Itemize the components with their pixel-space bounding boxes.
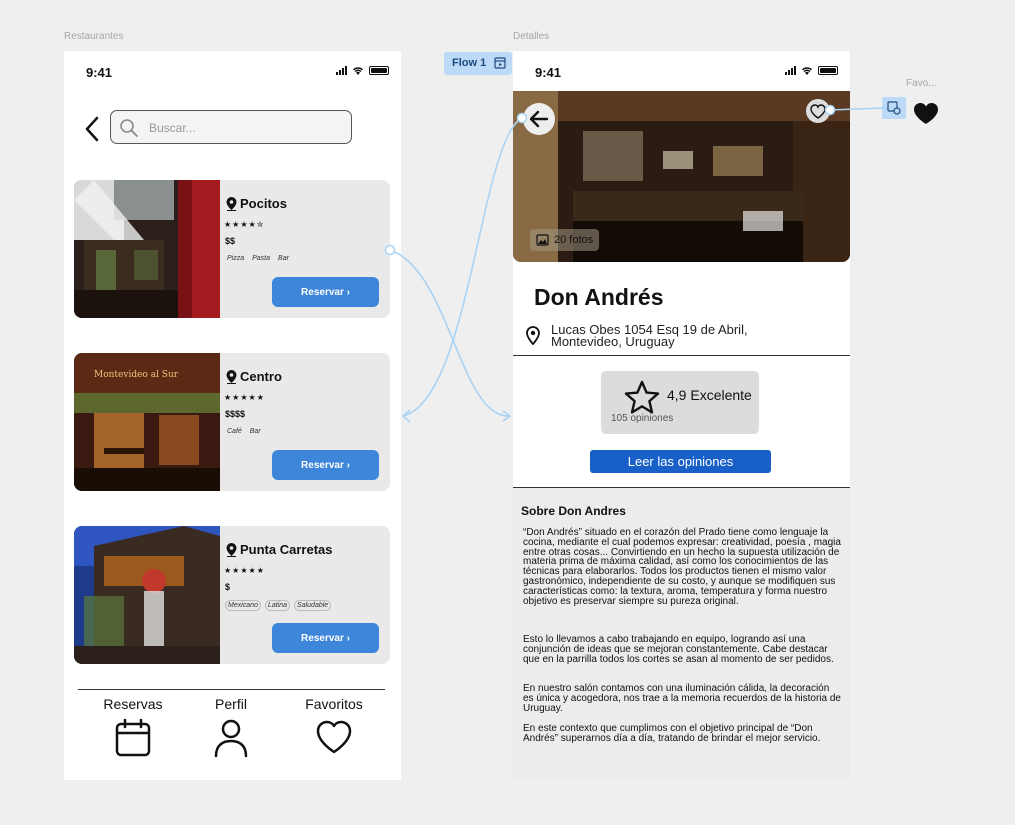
reservar-button[interactable]: Reservar › [272, 450, 379, 480]
star-rating: ★★★★★ [224, 566, 265, 575]
tab-bar: Reservas Perfil Favoritos [78, 689, 385, 780]
tag: Pizza [227, 255, 245, 262]
tag: Latina [264, 600, 291, 611]
tag-list: Mexicano Latina Saludable [225, 600, 332, 611]
tag: Bar [278, 255, 289, 262]
status-bar: 9:41 [513, 51, 850, 91]
about-paragraph: Esto lo llevamos a cabo trabajando en eq… [523, 634, 834, 665]
restaurant-address: Lucas Obes 1054 Esq 19 de Abril, Montevi… [551, 322, 748, 349]
back-button[interactable] [523, 103, 555, 135]
tab-label: Reservas [103, 696, 163, 712]
user-icon [214, 719, 248, 758]
search-icon [120, 119, 138, 137]
restaurant-card-pocitos[interactable]: Pocitos ★★★★✮ $$ Pizza Pasta Bar Reserva… [74, 180, 390, 318]
price-level: $$ [225, 236, 236, 246]
connector-arrow [502, 410, 512, 422]
battery-icon [369, 66, 389, 75]
review-count: 105 opiniones [611, 413, 674, 424]
tag: Mexicano [225, 600, 261, 611]
frame-label-detalles: Detalles [513, 31, 550, 42]
restaurant-name: Don Andrés [534, 284, 664, 310]
signal-icon [785, 66, 796, 75]
interaction-node[interactable] [882, 97, 906, 119]
wifi-icon [352, 67, 364, 75]
arrow-left-icon [529, 110, 549, 128]
rating-score: 4,9 Excelente [667, 387, 752, 403]
about-title: Sobre Don Andres [521, 504, 626, 518]
svg-text:Montevideo al Sur: Montevideo al Sur [94, 370, 179, 380]
rating-summary: 4,9 Excelente 105 opiniones [601, 371, 759, 434]
divider [513, 355, 850, 356]
read-reviews-button[interactable]: Leer las opiniones [590, 450, 771, 473]
image-icon [536, 234, 549, 246]
restaurant-photo [74, 526, 220, 664]
restaurant-card-punta-carretas[interactable]: Punta Carretas ★★★★★ $ Mexicano Latina S… [74, 526, 390, 664]
tag: Saludable [294, 600, 332, 611]
overlay-icon [887, 101, 901, 115]
favorite-heart-icon [914, 103, 938, 124]
tag: Café [227, 428, 242, 435]
tag: Pasta [252, 255, 271, 262]
location-label: Centro [226, 369, 282, 384]
star-icon [624, 380, 660, 414]
price-level: $$$$ [225, 409, 246, 419]
tab-label: Perfil [215, 696, 247, 712]
play-frame-icon [494, 57, 506, 69]
location-label: Punta Carretas [226, 542, 332, 557]
tag-list: Pizza Pasta Bar [225, 254, 291, 263]
star-rating: ★★★★✮ [224, 220, 265, 229]
reservar-button[interactable]: Reservar › [272, 277, 379, 307]
connector-line [402, 117, 523, 417]
tab-perfil[interactable]: Perfil [186, 696, 276, 758]
tag: Bar [249, 428, 261, 435]
restaurantes-screen: 9:41 Pocitos ★★★★✮ $$ [64, 51, 401, 780]
map-pin-icon [226, 369, 237, 384]
restaurant-photo: Montevideo al Sur [74, 353, 220, 491]
tab-label: Favoritos [305, 696, 363, 712]
calendar-icon [115, 718, 151, 757]
tag-list: Café Bar [225, 427, 263, 436]
frame-label-restaurantes: Restaurantes [64, 31, 124, 42]
favorite-button[interactable] [806, 99, 830, 123]
about-section: Sobre Don Andres “Don Andrés” situado en… [513, 488, 850, 780]
location-label: Pocitos [226, 196, 287, 211]
about-paragraph: En este contexto que cumplimos con el ob… [523, 723, 821, 744]
frame-label-favoritos: Favo... [906, 78, 937, 89]
signal-icon [336, 66, 347, 75]
photo-count-badge[interactable]: 20 fotos [530, 229, 600, 251]
location-pin-icon [526, 326, 540, 345]
about-paragraph: “Don Andrés” situado en el corazón del P… [523, 527, 841, 607]
tab-reservas[interactable]: Reservas [88, 696, 178, 758]
wifi-icon [801, 67, 813, 75]
star-rating: ★★★★★ [224, 393, 265, 402]
flow-starting-point[interactable]: Flow 1 [444, 52, 512, 75]
connector-arrow [401, 409, 411, 423]
connector-line [389, 249, 511, 417]
search-bar[interactable] [110, 110, 352, 144]
back-arrow-icon[interactable] [82, 115, 102, 143]
price-level: $ [225, 582, 231, 592]
heart-icon [316, 720, 352, 754]
heart-icon [810, 103, 826, 119]
map-pin-icon [226, 542, 237, 557]
reservar-button[interactable]: Reservar › [272, 623, 379, 653]
restaurant-photo [74, 180, 220, 318]
status-time: 9:41 [86, 65, 113, 80]
status-bar: 9:41 [64, 51, 401, 91]
battery-icon [818, 66, 838, 75]
restaurant-card-centro[interactable]: Montevideo al Sur Centro ★★★★★ $$$$ Café… [74, 353, 390, 491]
tab-favoritos[interactable]: Favoritos [289, 696, 379, 758]
map-pin-icon [226, 196, 237, 211]
about-paragraph: En nuestro salón contamos con una ilumin… [523, 683, 841, 714]
detalles-screen: 9:41 20 fotos Don Andrés Lucas Obes 1054… [513, 51, 850, 780]
search-input[interactable] [147, 117, 341, 139]
status-time: 9:41 [535, 65, 562, 80]
